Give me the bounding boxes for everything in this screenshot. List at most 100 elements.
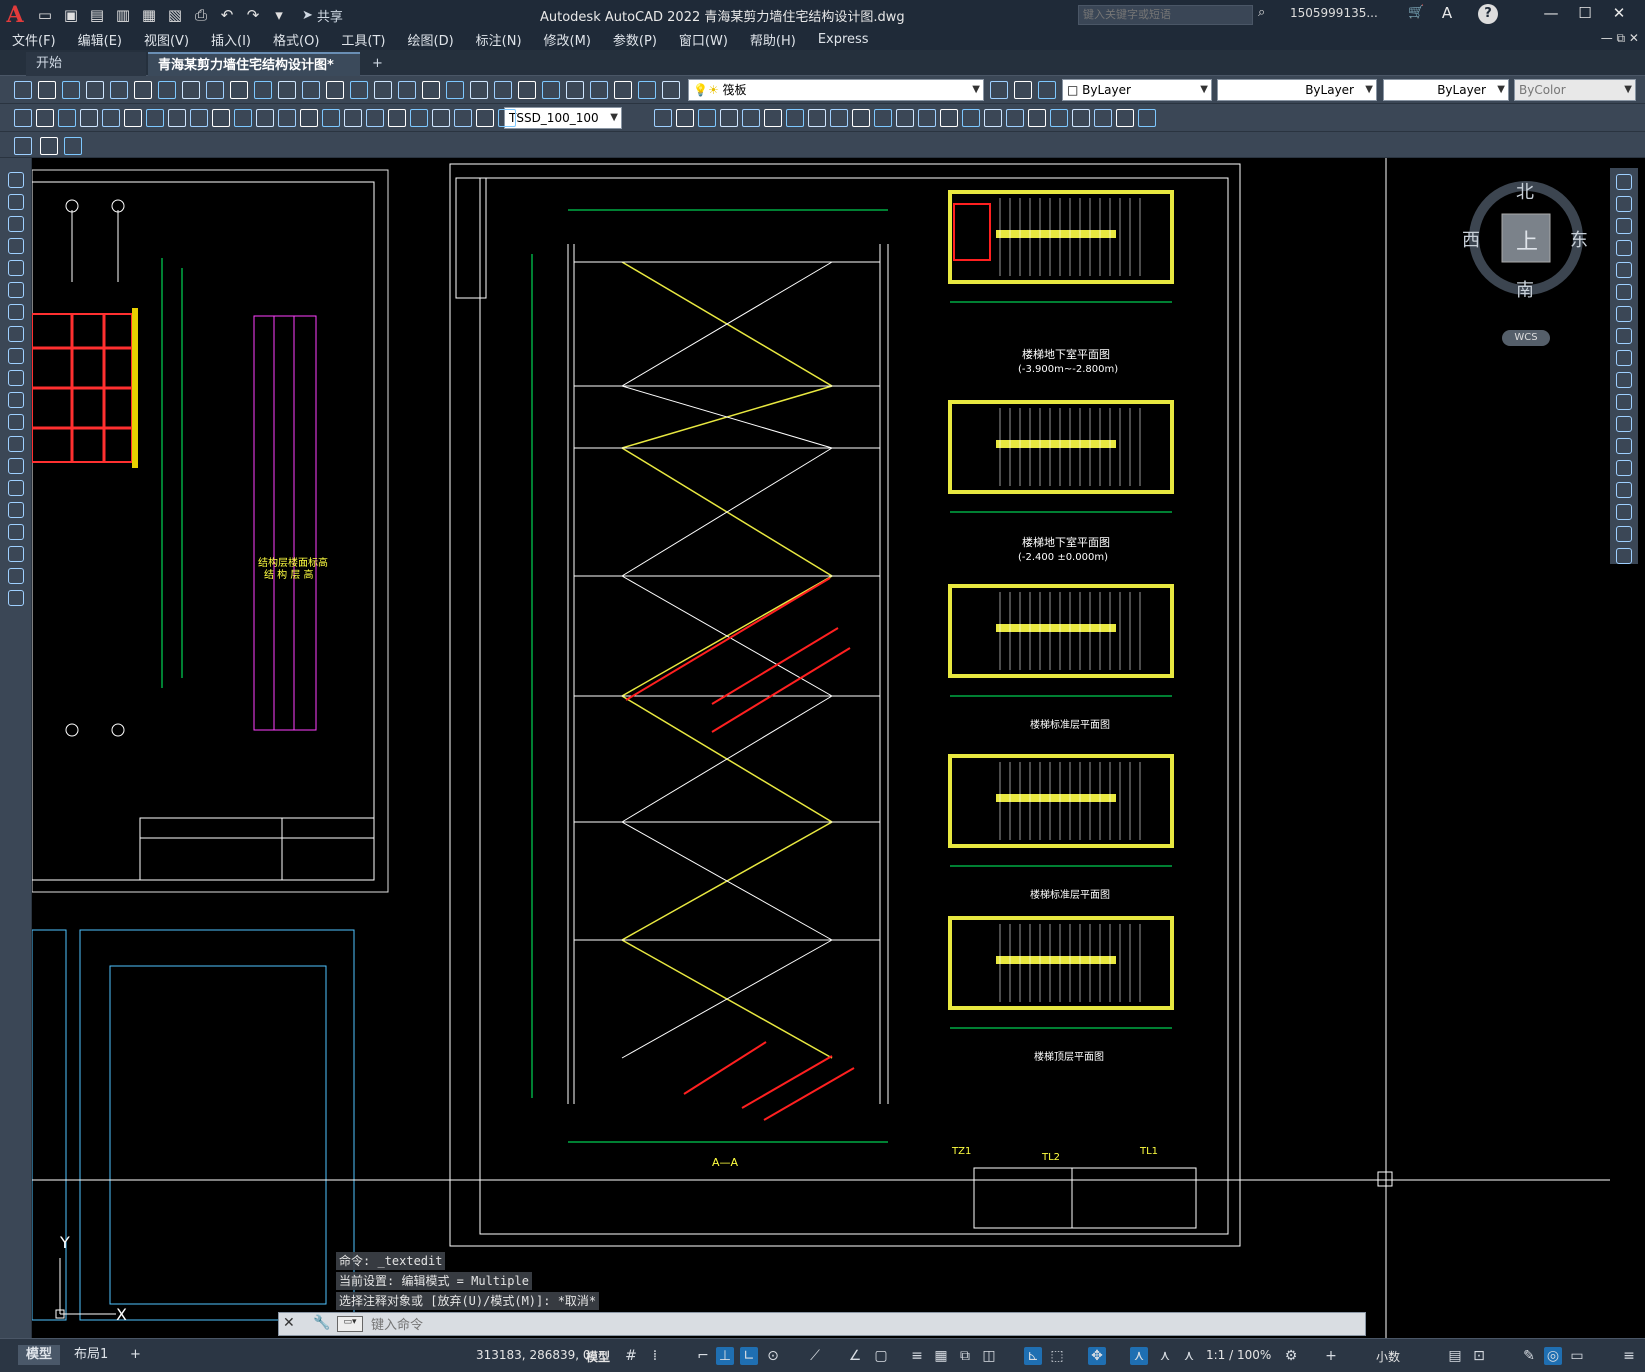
graphics-performance-icon[interactable]: ◎ bbox=[1544, 1347, 1562, 1365]
draw-tool-icon[interactable] bbox=[8, 216, 24, 232]
dimension-tool-icon[interactable] bbox=[410, 109, 428, 127]
dimension-tool-icon[interactable] bbox=[498, 109, 516, 127]
standard-tool-icon[interactable] bbox=[86, 81, 104, 99]
coordinate-readout[interactable]: 313183, 286839, 0 bbox=[476, 1348, 591, 1362]
menu-view[interactable]: 视图(V) bbox=[144, 30, 189, 49]
save-as-icon[interactable]: ▥ bbox=[112, 4, 134, 26]
color-dropdown[interactable]: □ ByLayer ▼ bbox=[1062, 79, 1212, 101]
dimension-tool-icon[interactable] bbox=[146, 109, 164, 127]
standard-tool-icon[interactable] bbox=[350, 81, 368, 99]
annotation-monitor-icon[interactable]: + bbox=[1322, 1347, 1340, 1365]
modify-tool-icon[interactable] bbox=[1028, 109, 1046, 127]
annotation-scale-value[interactable]: 1:1 / 100% bbox=[1206, 1348, 1271, 1362]
viewcube-south[interactable]: 南 bbox=[1516, 276, 1534, 302]
modify-tool-icon[interactable] bbox=[874, 109, 892, 127]
menu-parametric[interactable]: 参数(P) bbox=[613, 30, 657, 49]
modify-tool-icon[interactable] bbox=[1616, 482, 1632, 498]
modify-tool-icon[interactable] bbox=[808, 109, 826, 127]
dimension-tool-icon[interactable] bbox=[14, 109, 32, 127]
open-file-icon[interactable]: ▣ bbox=[60, 4, 82, 26]
tab-start[interactable]: 开始 bbox=[26, 52, 146, 76]
dimension-tool-icon[interactable] bbox=[454, 109, 472, 127]
utility-tool-icon[interactable] bbox=[40, 137, 58, 155]
standard-tool-icon[interactable] bbox=[14, 81, 32, 99]
search-icon[interactable]: ⌕ bbox=[1258, 5, 1265, 20]
standard-tool-icon[interactable] bbox=[182, 81, 200, 99]
isolate-objects-icon[interactable]: ✎ bbox=[1520, 1347, 1538, 1365]
standard-tool-icon[interactable] bbox=[566, 81, 584, 99]
menu-insert[interactable]: 插入(I) bbox=[211, 30, 251, 49]
draw-tool-icon[interactable] bbox=[8, 282, 24, 298]
units-value[interactable]: 小数 bbox=[1376, 1348, 1400, 1365]
cart-icon[interactable]: 🛒 bbox=[1408, 5, 1424, 20]
help-icon[interactable]: ? bbox=[1478, 4, 1498, 24]
menu-draw[interactable]: 绘图(D) bbox=[408, 30, 454, 49]
standard-tool-icon[interactable] bbox=[398, 81, 416, 99]
minimize-icon[interactable]: — bbox=[1536, 4, 1566, 22]
plotstyle-dropdown[interactable]: ByColor ▼ bbox=[1514, 79, 1636, 101]
auto-scale-icon[interactable]: ⋏ bbox=[1156, 1347, 1174, 1365]
dimstyle-dropdown[interactable]: TSSD_100_100 ▼ bbox=[504, 107, 622, 129]
dimension-tool-icon[interactable] bbox=[80, 109, 98, 127]
standard-tool-icon[interactable] bbox=[62, 81, 80, 99]
layer-tool-icon[interactable] bbox=[1014, 81, 1032, 99]
dimension-tool-icon[interactable] bbox=[256, 109, 274, 127]
customization-menu-icon[interactable]: ≡ bbox=[1620, 1347, 1638, 1365]
viewcube[interactable]: 北 南 西 东 上 bbox=[1462, 178, 1588, 301]
standard-tool-icon[interactable] bbox=[110, 81, 128, 99]
dimension-tool-icon[interactable] bbox=[36, 109, 54, 127]
open-web-icon[interactable]: ▦ bbox=[138, 4, 160, 26]
modify-tool-icon[interactable] bbox=[1616, 306, 1632, 322]
modify-tool-icon[interactable] bbox=[786, 109, 804, 127]
object-snap-icon[interactable]: ▢ bbox=[872, 1347, 890, 1365]
annotation-scale-icon[interactable]: ⋏ bbox=[1180, 1347, 1198, 1365]
modify-tool-icon[interactable] bbox=[1616, 394, 1632, 410]
dimension-tool-icon[interactable] bbox=[168, 109, 186, 127]
modify-tool-icon[interactable] bbox=[1616, 196, 1632, 212]
layer-dropdown[interactable]: 💡☀ 筏板 ▼ bbox=[688, 79, 984, 101]
dimension-tool-icon[interactable] bbox=[388, 109, 406, 127]
dimension-tool-icon[interactable] bbox=[322, 109, 340, 127]
modify-tool-icon[interactable] bbox=[698, 109, 716, 127]
dimension-tool-icon[interactable] bbox=[102, 109, 120, 127]
dimension-tool-icon[interactable] bbox=[58, 109, 76, 127]
transparency-icon[interactable]: ▦ bbox=[932, 1347, 950, 1365]
search-input[interactable] bbox=[1078, 5, 1253, 25]
modify-tool-icon[interactable] bbox=[1616, 460, 1632, 476]
lineweight-icon[interactable]: ≡ bbox=[908, 1347, 926, 1365]
standard-tool-icon[interactable] bbox=[374, 81, 392, 99]
modify-tool-icon[interactable] bbox=[940, 109, 958, 127]
modify-tool-icon[interactable] bbox=[962, 109, 980, 127]
gizmo-icon[interactable]: ✥ bbox=[1088, 1347, 1106, 1365]
dynamic-ucs-icon[interactable]: ⊾ bbox=[1024, 1347, 1042, 1365]
undo-icon[interactable]: ↶ bbox=[216, 4, 238, 26]
draw-tool-icon[interactable] bbox=[8, 370, 24, 386]
modify-tool-icon[interactable] bbox=[1616, 526, 1632, 542]
standard-tool-icon[interactable] bbox=[134, 81, 152, 99]
new-tab-button[interactable]: + bbox=[362, 52, 386, 76]
add-layout-button[interactable]: + bbox=[122, 1345, 149, 1365]
draw-tool-icon[interactable] bbox=[8, 194, 24, 210]
modify-tool-icon[interactable] bbox=[676, 109, 694, 127]
modify-tool-icon[interactable] bbox=[1616, 218, 1632, 234]
draw-tool-icon[interactable] bbox=[8, 392, 24, 408]
modify-tool-icon[interactable] bbox=[1616, 174, 1632, 190]
drawing-canvas[interactable]: Y X A—A 楼梯地下室平面图 (-3.900m~-2.800m) 楼梯地下室… bbox=[32, 158, 1610, 1338]
workspace-gear-icon[interactable]: ⚙ bbox=[1282, 1347, 1300, 1365]
draw-tool-icon[interactable] bbox=[8, 304, 24, 320]
lock-ui-icon[interactable]: ⊡ bbox=[1470, 1347, 1488, 1365]
dimension-tool-icon[interactable] bbox=[234, 109, 252, 127]
standard-tool-icon[interactable] bbox=[614, 81, 632, 99]
dimension-tool-icon[interactable] bbox=[300, 109, 318, 127]
standard-tool-icon[interactable] bbox=[278, 81, 296, 99]
menu-file[interactable]: 文件(F) bbox=[12, 30, 56, 49]
modify-tool-icon[interactable] bbox=[1616, 328, 1632, 344]
clean-screen-icon[interactable]: ▭ bbox=[1568, 1347, 1586, 1365]
standard-tool-icon[interactable] bbox=[518, 81, 536, 99]
tab-model[interactable]: 模型 bbox=[18, 1345, 61, 1365]
close-icon[interactable]: ✕ bbox=[283, 1315, 295, 1331]
dimension-tool-icon[interactable] bbox=[476, 109, 494, 127]
modify-tool-icon[interactable] bbox=[1006, 109, 1024, 127]
plot-icon[interactable]: ⎙ bbox=[190, 4, 212, 26]
autocad-logo-icon[interactable]: A bbox=[0, 0, 30, 30]
